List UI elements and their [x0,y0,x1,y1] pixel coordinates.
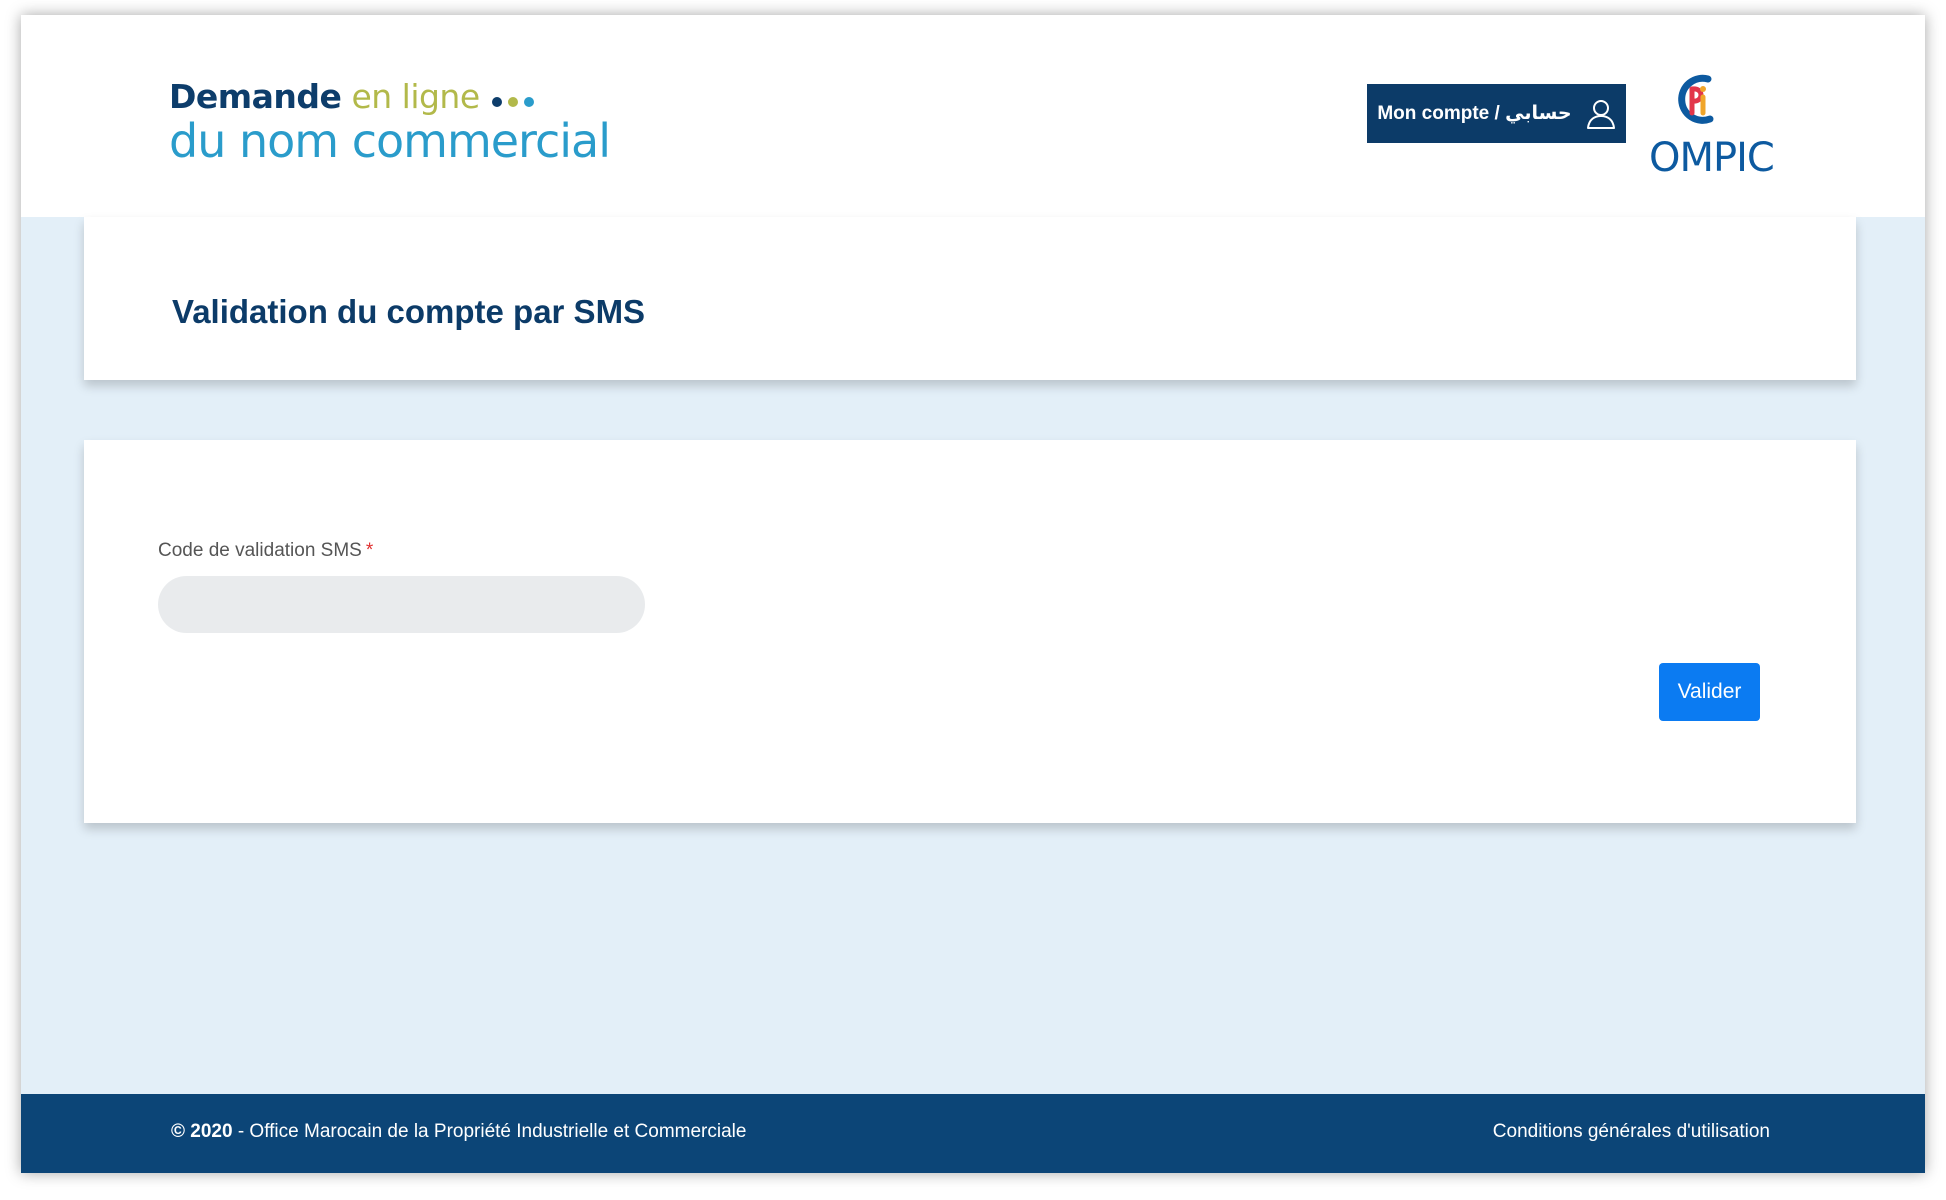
logo-dot-navy [491,96,502,107]
copyright-year: © 2020 [171,1121,233,1142]
site-footer: © 2020 - Office Marocain de la Propriété… [21,1094,1925,1173]
sms-validation-form: Code de validation SMS * Valider [84,440,1856,823]
logo-main-word: Demande [169,77,342,116]
logo-dot-olive [507,96,518,107]
sms-code-label-text: Code de validation SMS [158,540,362,561]
page-title: Validation du compte par SMS [172,293,646,330]
title-card: Validation du compte par SMS [84,217,1856,380]
logo-dots [491,96,534,107]
logo-line-1: Demande en ligne [169,77,610,116]
logo-dot-blue [523,96,534,107]
logo-line-2: du nom commercial [169,114,611,168]
footer-copyright: © 2020 - Office Marocain de la Propriété… [171,1121,746,1143]
sms-code-label: Code de validation SMS * [158,540,373,562]
ompic-emblem-icon [1678,74,1714,124]
ompic-logo[interactable]: OMPIC [1646,73,1776,193]
validate-button[interactable]: Valider [1659,663,1760,721]
site-header: Demande en ligne du nom commercial Mon c… [21,15,1925,217]
logo-accent-words: en ligne [351,77,480,116]
my-account-button[interactable]: Mon compte / حسابي [1367,84,1626,143]
copyright-text: - Office Marocain de la Propriété Indust… [232,1121,747,1142]
site-logo[interactable]: Demande en ligne du nom commercial [169,77,611,168]
terms-of-use-link[interactable]: Conditions générales d'utilisation [1493,1121,1770,1143]
browser-window: Demande en ligne du nom commercial Mon c… [21,15,1925,1173]
required-asterisk: * [365,540,374,561]
sms-code-input[interactable] [158,576,645,633]
user-icon [1586,99,1615,129]
my-account-label: Mon compte / حسابي [1377,103,1572,124]
ompic-wordmark: OMPIC [1649,135,1775,181]
